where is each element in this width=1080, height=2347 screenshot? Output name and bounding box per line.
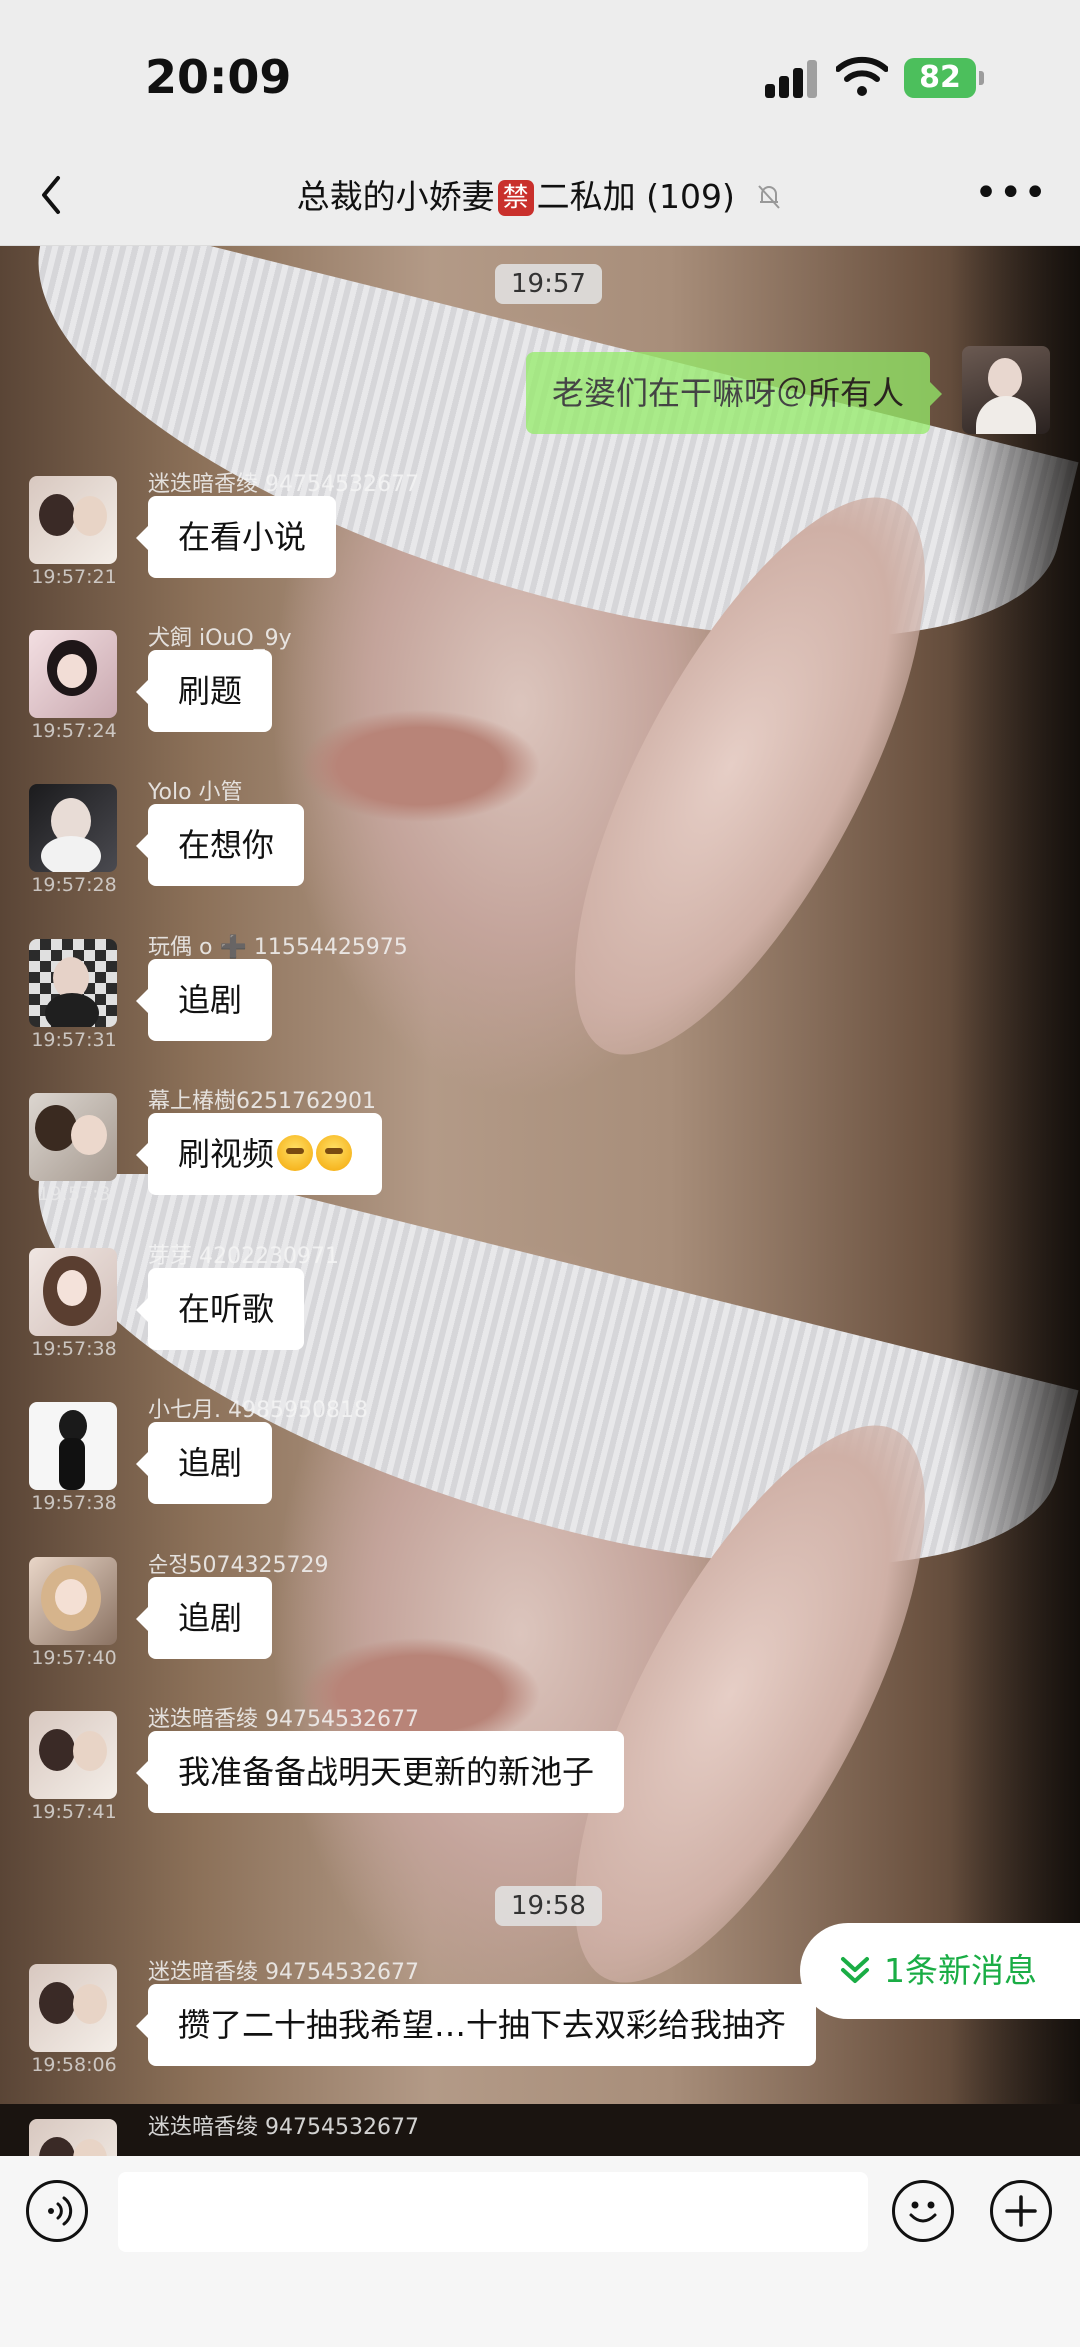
avatar[interactable]	[29, 784, 117, 872]
message-bubble[interactable]: 追剧	[135, 1422, 273, 1504]
new-messages-button[interactable]: 1条新消息	[800, 1923, 1080, 2019]
message-time: 19:57:41	[31, 1801, 117, 1823]
sender-name: 玩偶 o ➕ 11554425975	[148, 935, 408, 960]
message-time: 19:57:40	[31, 1647, 117, 1669]
sender-name: 迷迭暗香绫 94754532677	[148, 1707, 419, 1732]
avatar[interactable]	[29, 1093, 117, 1181]
message-time: 19:57:3	[37, 1183, 111, 1205]
mute-icon	[758, 185, 781, 209]
time-marker: 19:58	[495, 1886, 602, 1926]
sender-name: 순정5074325729	[148, 1553, 329, 1578]
list-item: 迷迭暗香绫 94754532677 我准备备战明天更新的新池子 19:57:41	[0, 1701, 1080, 1851]
avatar[interactable]	[29, 1248, 117, 1336]
emoji-icon	[316, 1135, 353, 1171]
message-bubble[interactable]: 在想你	[135, 804, 305, 886]
avatar[interactable]	[29, 1557, 117, 1645]
message-bubble[interactable]: 刷题	[135, 650, 273, 732]
avatar[interactable]	[29, 1402, 117, 1490]
list-item: 芽芽 4202230971 在听歌 19:57:38	[0, 1238, 1080, 1388]
plus-icon	[1005, 2195, 1037, 2227]
plus-button[interactable]	[990, 2180, 1052, 2242]
sender-name: 犬飼 iOuO_9y	[148, 626, 292, 651]
message-time: 19:57:24	[31, 720, 117, 742]
message-bubble[interactable]: 追剧	[135, 959, 273, 1041]
list-item: 犬飼 iOuO_9y 刷题 19:57:24	[0, 620, 1080, 770]
cellular-signal-icon	[765, 58, 825, 98]
message-bubble[interactable]: 在听歌	[135, 1268, 305, 1350]
status-bar: 20:09 82	[0, 0, 1080, 150]
input-bar	[0, 2156, 1080, 2347]
chat-title-suffix: 二私加 (109)	[536, 177, 735, 216]
new-messages-label: 1条新消息	[884, 1951, 1037, 1990]
avatar[interactable]	[29, 1711, 117, 1799]
self-message-bubble[interactable]: 老婆们在干嘛呀＠所有人	[525, 352, 943, 434]
sender-name: 幕上椿樹6251762901	[148, 1089, 376, 1114]
sender-name: 芽芽 4202230971	[148, 1244, 339, 1269]
message-time: 19:57:31	[31, 1029, 117, 1051]
sender-name: 小七月. 4985950818	[148, 1398, 368, 1423]
list-item: 迷迭暗香绫 94754532677 在看小说 19:57:21	[0, 466, 1080, 616]
chat-title: 总裁的小娇妻禁二私加 (109)	[0, 170, 1080, 218]
message-time: 19:57:38	[31, 1338, 117, 1360]
avatar[interactable]	[29, 2119, 117, 2156]
list-item: 迷迭暗香绫 94754532677	[0, 2109, 1080, 2156]
list-item: Yolo 小管 在想你 19:57:28	[0, 774, 1080, 924]
message-bubble[interactable]: 在看小说	[135, 496, 337, 578]
status-time: 20:09	[145, 50, 292, 104]
nav-bar: 总裁的小娇妻禁二私加 (109) •••	[0, 150, 1080, 246]
more-icon[interactable]: •••	[974, 173, 1048, 213]
emoji-icon	[277, 1135, 314, 1171]
battery-indicator: 82	[904, 58, 984, 98]
voice-icon	[48, 2196, 73, 2226]
message-input[interactable]	[118, 2172, 868, 2252]
sender-name: 迷迭暗香绫 94754532677	[148, 472, 419, 497]
sender-name: 迷迭暗香绫 94754532677	[148, 1960, 419, 1985]
message-bubble[interactable]: 我准备备战明天更新的新池子	[135, 1731, 625, 1813]
message-time: 19:58:06	[31, 2054, 117, 2076]
message-text: 刷视频	[178, 1135, 275, 1173]
emoji-icon	[909, 2201, 937, 2223]
message-bubble[interactable]: 追剧	[135, 1577, 273, 1659]
sender-name: 迷迭暗香绫 94754532677	[148, 2115, 419, 2140]
avatar[interactable]	[29, 1964, 117, 2052]
avatar[interactable]	[29, 630, 117, 718]
list-item: 玩偶 o ➕ 11554425975 追剧 19:57:31	[0, 929, 1080, 1079]
message-time: 19:57:38	[31, 1492, 117, 1514]
avatar[interactable]	[29, 476, 117, 564]
list-item: 小七月. 4985950818 追剧 19:57:38	[0, 1392, 1080, 1542]
wifi-icon	[836, 56, 888, 96]
chat-area: 19:57 老婆们在干嘛呀＠所有人 迷迭暗香绫 94754532677 在看小说…	[0, 246, 1080, 2156]
ban-badge: 禁	[497, 180, 534, 216]
self-avatar[interactable]	[962, 346, 1050, 434]
message-bubble[interactable]: 攒了二十抽我希望…十抽下去双彩给我抽齐	[135, 1984, 817, 2066]
sender-name: Yolo 小管	[148, 780, 243, 805]
time-marker: 19:57	[495, 264, 602, 304]
emoji-button[interactable]	[892, 2180, 954, 2242]
avatar[interactable]	[29, 939, 117, 1027]
message-bubble[interactable]: 刷视频	[135, 1113, 383, 1195]
list-item: 순정5074325729 追剧 19:57:40	[0, 1547, 1080, 1697]
voice-button[interactable]	[26, 2180, 88, 2242]
chevrons-down-icon	[841, 1957, 869, 1983]
message-time: 19:57:28	[31, 874, 117, 896]
chat-title-prefix: 总裁的小娇妻	[296, 177, 495, 216]
list-item: 幕上椿樹6251762901 刷视频 19:57:3	[0, 1083, 1080, 1233]
message-time: 19:57:21	[31, 566, 117, 588]
